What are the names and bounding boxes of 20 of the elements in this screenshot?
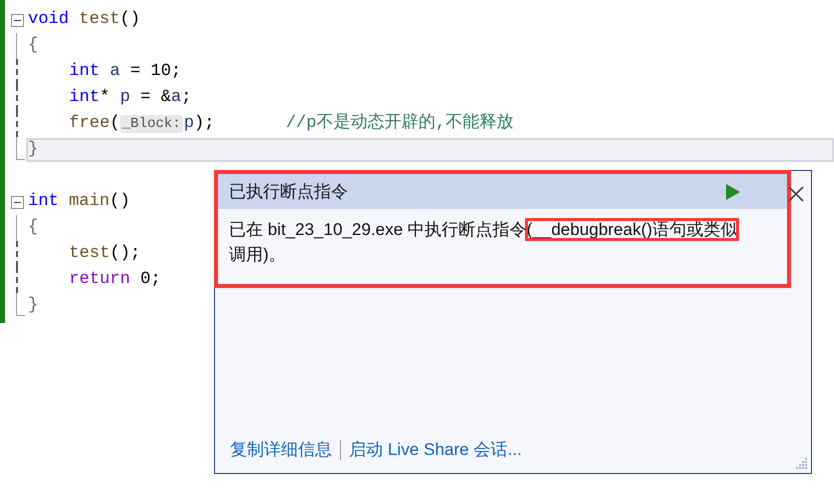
code-line: { (28, 35, 38, 57)
message-text: 已在 bit_23_10_29.exe 中执行断点指令(__debugbreak()语句或类似 调用)。 (229, 219, 738, 266)
popup-link[interactable]: 启动 Live Share 会话... (349, 438, 522, 461)
play-icon[interactable] (725, 182, 741, 200)
code-line: free(_Block: p); //p不是动态开辟的,不能释放 (68, 113, 514, 135)
close-icon[interactable] (788, 186, 804, 202)
collapse-icon[interactable] (10, 196, 24, 208)
resize-grip-icon[interactable] (796, 458, 808, 470)
popup-title: 已执行断点指令 (229, 181, 348, 203)
code-line: int main() (28, 191, 130, 213)
code-line: int a = 10; (68, 61, 182, 83)
code-line: } (28, 295, 38, 317)
code-line: test(); (68, 243, 140, 265)
code-line: } (28, 139, 38, 161)
popup-link[interactable]: 复制详细信息 (230, 438, 332, 461)
code-line: { (28, 217, 38, 239)
code-line: int* p = &a; (68, 87, 192, 109)
code-line: return 0; (68, 269, 161, 291)
code-line: void test() (28, 9, 140, 31)
collapse-icon[interactable] (10, 14, 24, 26)
